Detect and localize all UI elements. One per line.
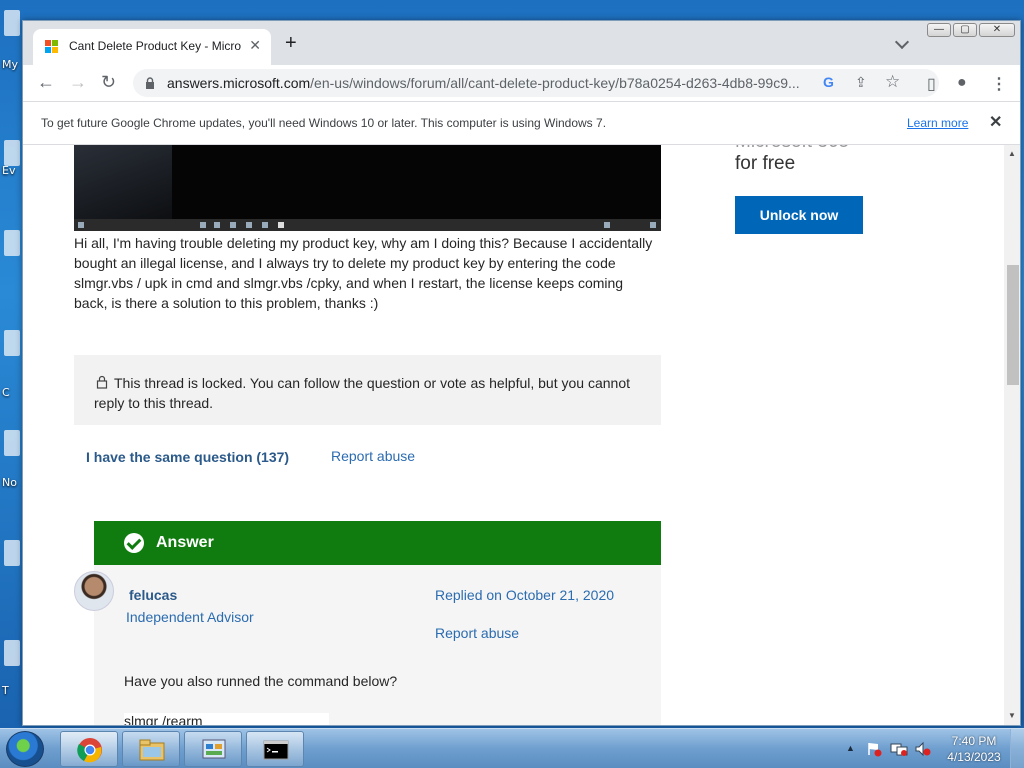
question-screenshot-image xyxy=(74,145,661,231)
network-icon[interactable] xyxy=(890,741,908,757)
desktop-label: T xyxy=(2,684,9,697)
taskbar-chrome[interactable] xyxy=(60,731,118,767)
minimize-button[interactable]: — xyxy=(927,23,951,37)
unlock-now-button[interactable]: Unlock now xyxy=(735,196,863,234)
forward-arrow-icon[interactable]: → xyxy=(69,73,87,91)
command-prompt-icon xyxy=(263,740,289,760)
control-panel-icon xyxy=(202,739,226,759)
action-center-flag-icon[interactable] xyxy=(866,741,882,757)
page-content: Hi all, I'm having trouble deleting my p… xyxy=(23,145,1004,725)
start-button[interactable] xyxy=(6,731,44,767)
desktop-icon[interactable] xyxy=(4,140,20,166)
same-question-button[interactable]: I have the same question (137) xyxy=(86,449,289,465)
desktop-icon[interactable] xyxy=(4,540,20,566)
answer-label: Answer xyxy=(156,534,214,551)
url-path: /en-us/windows/forum/all/cant-delete-pro… xyxy=(310,75,800,91)
side-panel-icon[interactable]: ▯ xyxy=(927,74,936,94)
promo-heading: Microsoft 365 xyxy=(735,145,849,153)
report-abuse-link[interactable]: Report abuse xyxy=(331,448,415,464)
promo-text: for free xyxy=(735,153,796,174)
tab-search-chevron-icon[interactable] xyxy=(894,34,910,50)
windows-taskbar: ▲ 7:40 PM 4/13/2023 xyxy=(0,728,1024,768)
desktop-icon[interactable] xyxy=(4,430,20,456)
clock-time[interactable]: 7:40 PM xyxy=(944,734,1004,748)
google-lens-icon[interactable]: G xyxy=(823,74,834,90)
taskbar-control-panel[interactable] xyxy=(184,731,242,767)
scroll-up-arrow-icon[interactable]: ▲ xyxy=(1008,149,1016,158)
tab-title: Cant Delete Product Key - Micros xyxy=(69,39,241,53)
address-bar[interactable]: answers.microsoft.com/en-us/windows/foru… xyxy=(133,69,939,97)
url-host: answers.microsoft.com xyxy=(167,75,311,91)
desktop-label: C xyxy=(2,386,10,399)
answer-report-abuse-link[interactable]: Report abuse xyxy=(435,625,519,641)
chrome-menu-icon[interactable]: ⋮ xyxy=(991,74,1007,94)
answer-command: slmgr /rearm xyxy=(124,713,329,725)
locked-notice: This thread is locked. You can follow th… xyxy=(74,355,661,425)
tab-strip: Cant Delete Product Key - Micros ✕ + — ▢… xyxy=(23,21,1020,65)
answer-text: Have you also runned the command below? xyxy=(124,673,398,689)
scrollbar-thumb[interactable] xyxy=(1007,265,1019,385)
url-text[interactable]: answers.microsoft.com/en-us/windows/foru… xyxy=(167,75,811,91)
locked-text: This thread is locked. You can follow th… xyxy=(94,375,630,411)
desktop-label: Ev xyxy=(2,164,16,177)
avatar[interactable] xyxy=(74,571,114,611)
browser-toolbar: ← → ↻ answers.microsoft.com/en-us/window… xyxy=(23,65,1020,101)
show-desktop-button[interactable] xyxy=(1010,729,1024,768)
answer-username[interactable]: felucas xyxy=(129,587,177,603)
taskbar-explorer[interactable] xyxy=(122,731,180,767)
update-infobar: To get future Google Chrome updates, you… xyxy=(23,101,1020,145)
infobar-message: To get future Google Chrome updates, you… xyxy=(41,116,607,130)
scroll-down-arrow-icon[interactable]: ▼ xyxy=(1008,711,1016,720)
folder-icon xyxy=(139,739,165,761)
new-tab-button[interactable]: + xyxy=(285,33,297,53)
checkmark-icon xyxy=(124,533,144,553)
desktop-icon-computer[interactable] xyxy=(4,10,20,36)
chrome-icon xyxy=(77,738,102,763)
clock-date[interactable]: 4/13/2023 xyxy=(944,750,1004,764)
desktop-label: No xyxy=(2,476,17,489)
profile-icon[interactable]: ● xyxy=(957,74,967,92)
microsoft-logo-icon xyxy=(45,40,59,54)
learn-more-link[interactable]: Learn more xyxy=(907,116,968,130)
desktop-icon[interactable] xyxy=(4,640,20,666)
share-icon[interactable]: ⇪ xyxy=(855,74,867,91)
desktop-icon[interactable] xyxy=(4,330,20,356)
maximize-button[interactable]: ▢ xyxy=(953,23,977,37)
browser-window: Cant Delete Product Key - Micros ✕ + — ▢… xyxy=(22,20,1021,726)
lock-icon[interactable] xyxy=(145,77,155,89)
desktop-label: My xyxy=(2,58,19,71)
replied-date[interactable]: Replied on October 21, 2020 xyxy=(435,587,614,603)
tab-close-icon[interactable]: ✕ xyxy=(249,37,261,54)
answer-header: Answer xyxy=(94,521,661,565)
question-body: Hi all, I'm having trouble deleting my p… xyxy=(74,235,653,311)
desktop-icon[interactable] xyxy=(4,230,20,256)
scrollbar[interactable]: ▲ ▼ xyxy=(1004,145,1020,725)
answer-user-role[interactable]: Independent Advisor xyxy=(126,609,254,625)
infobar-close-icon[interactable]: ✕ xyxy=(989,112,1002,132)
bookmark-star-icon[interactable]: ☆ xyxy=(885,72,900,92)
reload-icon[interactable]: ↻ xyxy=(101,73,116,91)
volume-muted-icon[interactable] xyxy=(914,741,932,757)
back-arrow-icon[interactable]: ← xyxy=(37,73,55,91)
tray-expand-icon[interactable]: ▲ xyxy=(846,743,855,753)
taskbar-cmd[interactable] xyxy=(246,731,304,767)
close-window-button[interactable]: ✕ xyxy=(979,23,1015,37)
tab-active[interactable]: Cant Delete Product Key - Micros ✕ xyxy=(33,29,271,65)
